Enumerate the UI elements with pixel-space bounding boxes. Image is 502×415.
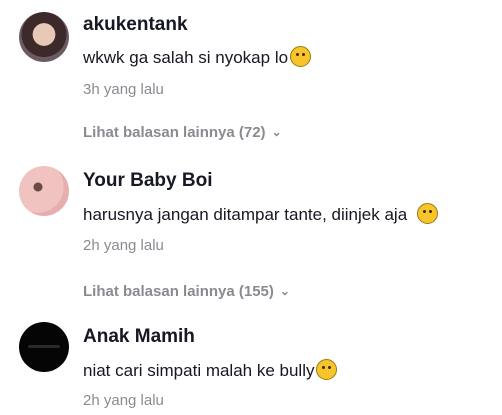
comment-username[interactable]: Anak Mamih <box>83 326 195 348</box>
comment-text: wkwk ga salah si nyokap lo <box>83 46 312 68</box>
view-more-replies-label: Lihat balasan lainnya (155) <box>83 283 274 300</box>
comment-time: 2h yang lalu <box>83 237 164 254</box>
comment-username[interactable]: Your Baby Boi <box>83 170 213 192</box>
joy-emoji-icon <box>290 46 312 67</box>
comment-username[interactable]: akukentank <box>83 14 188 36</box>
comment-text-content: wkwk ga salah si nyokap lo <box>83 48 289 67</box>
comment-time: 2h yang lalu <box>83 392 164 409</box>
comment-text: harusnya jangan ditampar tante, diinjek … <box>83 203 439 225</box>
comment-text: niat cari simpati malah ke bully <box>83 359 338 381</box>
comment-time: 3h yang lalu <box>83 81 164 98</box>
view-more-replies-button[interactable]: Lihat balasan lainnya (72) ⌄ <box>83 124 282 141</box>
view-more-replies-label: Lihat balasan lainnya (72) <box>83 124 266 141</box>
slightly-frowning-emoji-icon <box>417 203 439 224</box>
avatar[interactable] <box>19 166 69 216</box>
avatar[interactable] <box>19 12 69 62</box>
chevron-down-icon: ⌄ <box>279 284 290 298</box>
pensive-emoji-icon <box>316 359 338 380</box>
comment-text-content: harusnya jangan ditampar tante, diinjek … <box>83 205 408 224</box>
comment-text-content: niat cari simpati malah ke bully <box>83 361 315 380</box>
avatar-logo-mark <box>28 345 60 348</box>
avatar[interactable] <box>19 322 69 372</box>
chevron-down-icon: ⌄ <box>271 125 282 139</box>
view-more-replies-button[interactable]: Lihat balasan lainnya (155) ⌄ <box>83 283 290 300</box>
